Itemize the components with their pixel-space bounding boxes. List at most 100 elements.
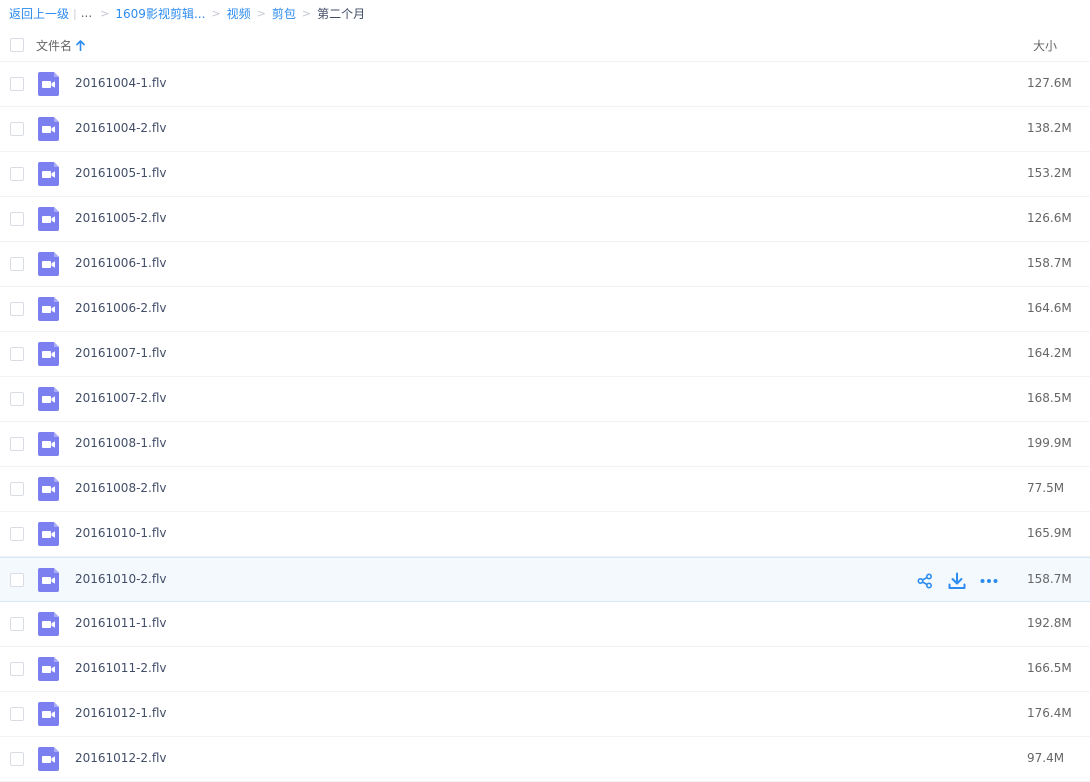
- file-size: 77.5M: [1027, 481, 1065, 495]
- video-file-icon: [38, 342, 59, 366]
- file-size: 127.6M: [1027, 76, 1072, 90]
- file-name[interactable]: 20161012-1.flv: [75, 706, 167, 720]
- file-size: 192.8M: [1027, 616, 1072, 630]
- file-size: 126.6M: [1027, 211, 1072, 225]
- video-file-icon: [38, 702, 59, 726]
- file-name[interactable]: 20161007-2.flv: [75, 391, 167, 405]
- file-name[interactable]: 20161004-1.flv: [75, 76, 167, 90]
- video-file-icon: [38, 612, 59, 636]
- video-file-icon: [38, 117, 59, 141]
- breadcrumb-separator: >: [211, 6, 221, 20]
- file-name[interactable]: 20161006-1.flv: [75, 256, 167, 270]
- breadcrumb: 返回上一级 | ... > 1609影视剪辑... > 视频 > 剪包 > 第二…: [9, 5, 365, 21]
- breadcrumb-separator: >: [100, 6, 110, 20]
- breadcrumb-ellipsis[interactable]: ...: [81, 6, 92, 20]
- file-name[interactable]: 20161008-2.flv: [75, 481, 167, 495]
- breadcrumb-item-clips[interactable]: 剪包: [272, 5, 296, 22]
- table-row[interactable]: 20161008-2.flv 77.5M: [0, 467, 1090, 512]
- video-file-icon: [38, 747, 59, 771]
- file-name[interactable]: 20161007-1.flv: [75, 346, 167, 360]
- row-checkbox[interactable]: [10, 617, 24, 631]
- column-header-name[interactable]: 文件名: [36, 37, 85, 54]
- table-row[interactable]: 20161011-1.flv 192.8M: [0, 602, 1090, 647]
- table-row[interactable]: 20161005-2.flv 126.6M: [0, 197, 1090, 242]
- row-checkbox[interactable]: [10, 573, 24, 587]
- table-row[interactable]: 20161007-2.flv 168.5M: [0, 377, 1090, 422]
- table-row[interactable]: 20161006-2.flv 164.6M: [0, 287, 1090, 332]
- video-file-icon: [38, 162, 59, 186]
- file-name[interactable]: 20161004-2.flv: [75, 121, 167, 135]
- select-all-checkbox[interactable]: [10, 38, 24, 52]
- file-size: 164.2M: [1027, 346, 1072, 360]
- more-icon[interactable]: [978, 570, 1000, 592]
- video-file-icon: [38, 297, 59, 321]
- table-row[interactable]: 20161005-1.flv 153.2M: [0, 152, 1090, 197]
- file-name[interactable]: 20161011-1.flv: [75, 616, 167, 630]
- file-size: 166.5M: [1027, 661, 1072, 675]
- table-header: 文件名 大小: [0, 29, 1090, 62]
- breadcrumb-separator: >: [301, 6, 312, 20]
- breadcrumb-current: 第二个月: [317, 6, 366, 21]
- video-file-icon: [38, 387, 59, 411]
- share-icon[interactable]: [914, 570, 936, 592]
- row-checkbox[interactable]: [10, 707, 24, 721]
- row-checkbox[interactable]: [10, 302, 24, 316]
- row-checkbox[interactable]: [10, 662, 24, 676]
- table-row[interactable]: 20161010-1.flv 165.9M: [0, 512, 1090, 557]
- table-row[interactable]: 20161007-1.flv 164.2M: [0, 332, 1090, 377]
- row-checkbox[interactable]: [10, 437, 24, 451]
- download-icon[interactable]: [946, 570, 968, 592]
- row-checkbox[interactable]: [10, 122, 24, 136]
- table-row[interactable]: 20161010-2.flv 158.7M: [0, 557, 1090, 602]
- video-file-icon: [38, 72, 59, 96]
- row-checkbox[interactable]: [10, 167, 24, 181]
- table-row[interactable]: 20161004-1.flv 127.6M: [0, 62, 1090, 107]
- arrow-up-icon[interactable]: [76, 40, 85, 51]
- row-checkbox[interactable]: [10, 212, 24, 226]
- table-row[interactable]: 20161011-2.flv 166.5M: [0, 647, 1090, 692]
- file-name[interactable]: 20161012-2.flv: [75, 751, 167, 765]
- breadcrumb-divider: |: [73, 6, 77, 20]
- row-checkbox[interactable]: [10, 752, 24, 766]
- video-file-icon: [38, 568, 59, 592]
- row-checkbox[interactable]: [10, 482, 24, 496]
- file-size: 168.5M: [1027, 391, 1072, 405]
- file-name[interactable]: 20161011-2.flv: [75, 661, 167, 675]
- file-name[interactable]: 20161005-1.flv: [75, 166, 167, 180]
- breadcrumb-item-folder[interactable]: 1609影视剪辑...: [115, 5, 205, 22]
- table-row[interactable]: 20161004-2.flv 138.2M: [0, 107, 1090, 152]
- row-checkbox[interactable]: [10, 527, 24, 541]
- video-file-icon: [38, 432, 59, 456]
- row-checkbox[interactable]: [10, 392, 24, 406]
- file-name[interactable]: 20161010-1.flv: [75, 526, 167, 540]
- file-size: 138.2M: [1027, 121, 1072, 135]
- file-name[interactable]: 20161006-2.flv: [75, 301, 167, 315]
- row-checkbox[interactable]: [10, 77, 24, 91]
- file-size: 158.7M: [1027, 572, 1072, 586]
- file-name[interactable]: 20161005-2.flv: [75, 211, 167, 225]
- file-size: 199.9M: [1027, 436, 1072, 450]
- table-row[interactable]: 20161006-1.flv 158.7M: [0, 242, 1090, 287]
- back-link[interactable]: 返回上一级: [9, 5, 69, 22]
- video-file-icon: [38, 522, 59, 546]
- video-file-icon: [38, 207, 59, 231]
- row-checkbox[interactable]: [10, 257, 24, 271]
- file-size: 165.9M: [1027, 526, 1072, 540]
- video-file-icon: [38, 657, 59, 681]
- column-header-name-label: 文件名: [36, 39, 73, 53]
- file-name[interactable]: 20161008-1.flv: [75, 436, 167, 450]
- table-row[interactable]: 20161008-1.flv 199.9M: [0, 422, 1090, 467]
- file-size: 158.7M: [1027, 256, 1072, 270]
- row-checkbox[interactable]: [10, 347, 24, 361]
- breadcrumb-item-video[interactable]: 视频: [227, 5, 251, 22]
- video-file-icon: [38, 252, 59, 276]
- table-row[interactable]: 20161012-1.flv 176.4M: [0, 692, 1090, 737]
- table-row[interactable]: 20161012-2.flv 97.4M: [0, 737, 1090, 782]
- file-size: 153.2M: [1027, 166, 1072, 180]
- row-actions: [914, 570, 1010, 592]
- file-name[interactable]: 20161010-2.flv: [75, 572, 167, 586]
- file-size: 97.4M: [1027, 751, 1065, 765]
- breadcrumb-separator: >: [256, 6, 266, 20]
- file-size: 164.6M: [1027, 301, 1072, 315]
- column-header-size[interactable]: 大小: [1033, 37, 1057, 54]
